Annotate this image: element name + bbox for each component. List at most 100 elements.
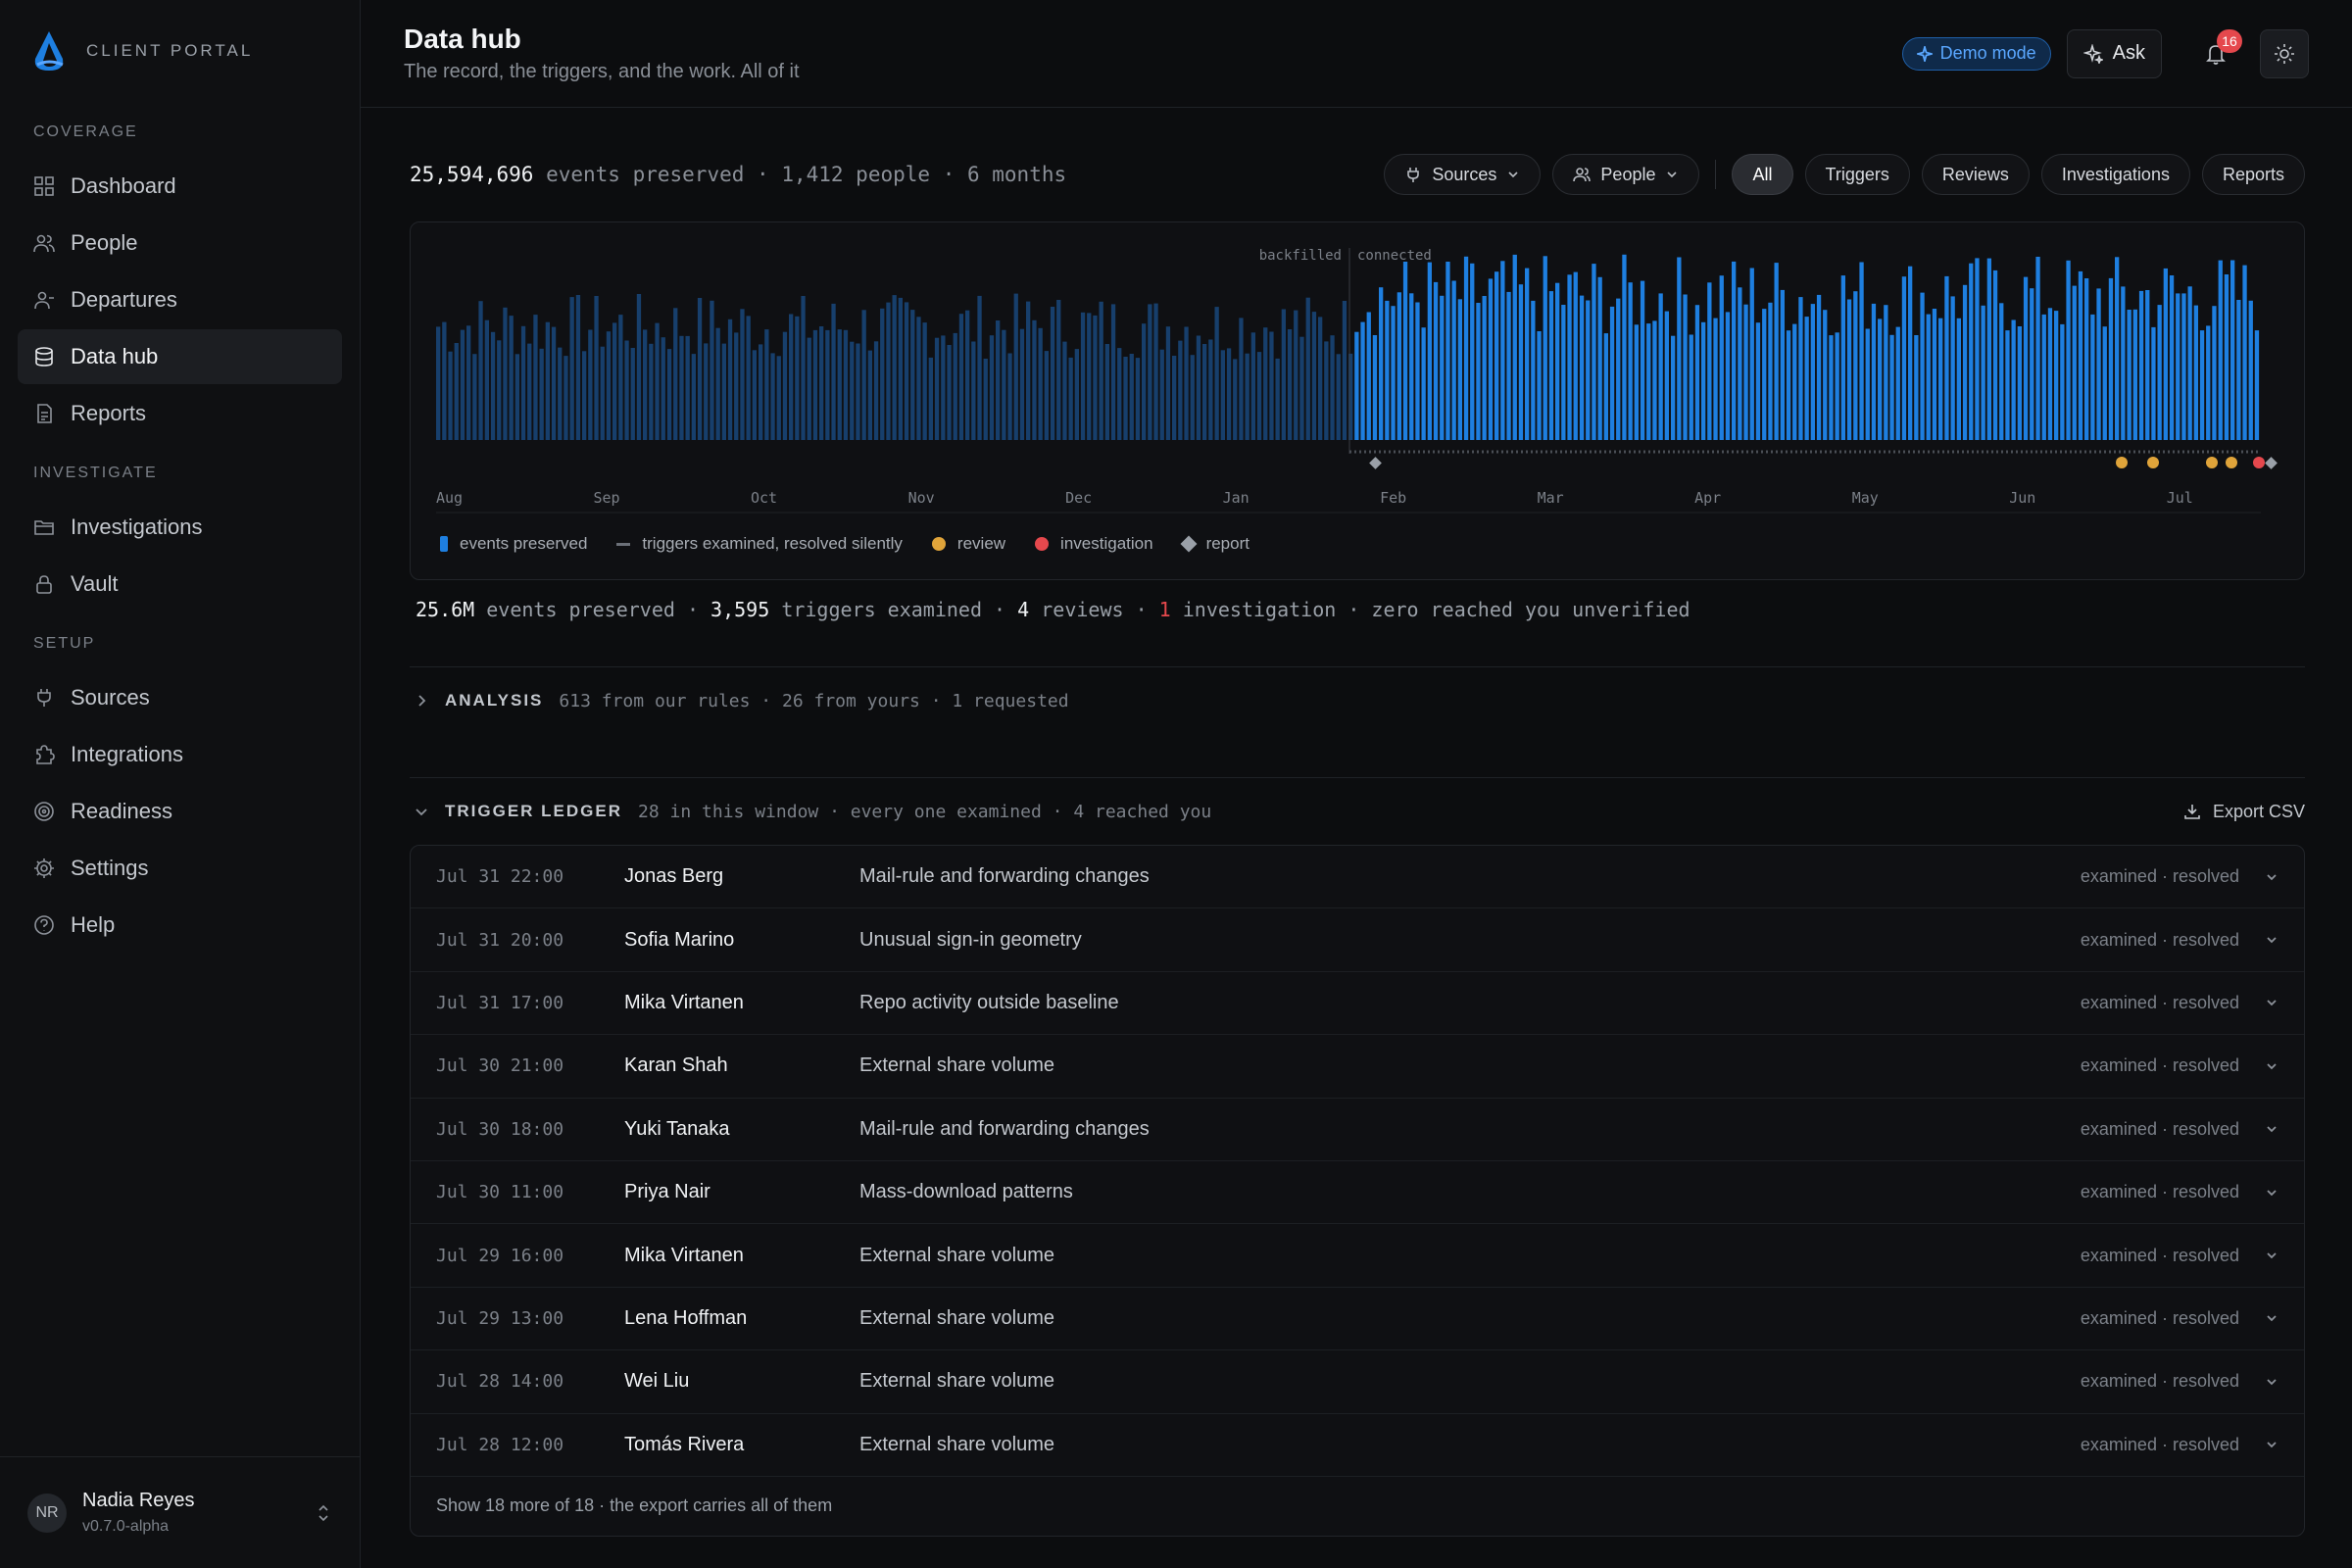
- sidebar-item-readiness[interactable]: Readiness: [18, 784, 342, 839]
- chevron-down-icon[interactable]: [2265, 1249, 2278, 1262]
- bar: [569, 297, 574, 440]
- bar: [630, 348, 635, 440]
- bar: [2121, 286, 2126, 440]
- sidebar-item-data-hub[interactable]: Data hub: [18, 329, 342, 384]
- export-csv-button[interactable]: Export CSV: [2183, 802, 2305, 822]
- sidebar-item-help[interactable]: Help: [18, 898, 342, 953]
- bar: [1969, 263, 1974, 440]
- sidebar-item-people[interactable]: People: [18, 216, 342, 270]
- bar: [1165, 326, 1171, 440]
- demo-mode-button[interactable]: Demo mode: [1901, 36, 2051, 71]
- sidebar-item-sources[interactable]: Sources: [18, 670, 342, 725]
- chevron-down-icon[interactable]: [2265, 1375, 2278, 1389]
- ask-button[interactable]: Ask: [2066, 28, 2162, 78]
- review-marker: [2206, 457, 2218, 468]
- ledger-title: TRIGGER LEDGER: [445, 802, 623, 820]
- sidebar-item-vault[interactable]: Vault: [18, 557, 342, 612]
- x-tick-label: Aug: [436, 489, 463, 507]
- table-row[interactable]: Jul 31 20:00 Sofia Marino Unusual sign-in …: [411, 908, 2304, 972]
- bar: [442, 321, 447, 440]
- bar: [1056, 300, 1061, 440]
- tab-triggers[interactable]: Triggers: [1804, 154, 1910, 195]
- row-time: Jul 31 20:00: [436, 929, 564, 951]
- chevron-down-icon[interactable]: [2265, 1186, 2278, 1200]
- bar: [1884, 305, 1888, 440]
- tab-investigations[interactable]: Investigations: [2040, 154, 2190, 195]
- chevron-down-icon: [1508, 172, 1518, 178]
- bar: [1202, 344, 1207, 440]
- user-menu[interactable]: NR Nadia Reyes v0.7.0-alpha: [0, 1456, 360, 1568]
- chevron-down-icon[interactable]: [2265, 1122, 2278, 1136]
- bar: [1476, 303, 1481, 440]
- bar: [472, 354, 477, 440]
- theme-toggle-button[interactable]: [2260, 28, 2309, 78]
- bar: [1026, 301, 1031, 440]
- tab-reports[interactable]: Reports: [2201, 154, 2305, 195]
- brand[interactable]: CLIENT PORTAL: [0, 0, 360, 102]
- row-time: Jul 29 16:00: [436, 1245, 564, 1266]
- chevron-down-icon[interactable]: [2265, 1311, 2278, 1325]
- chevron-down-icon[interactable]: [2265, 1438, 2278, 1451]
- table-row[interactable]: Jul 30 18:00 Yuki Tanaka Mail-rule and for…: [411, 1099, 2304, 1161]
- plug-icon: [1407, 168, 1420, 182]
- bar: [1859, 262, 1864, 440]
- chevron-updown-icon[interactable]: [315, 1502, 332, 1524]
- table-row[interactable]: Jul 30 21:00 Karan Shah External share vol…: [411, 1035, 2304, 1099]
- bar: [1488, 278, 1494, 440]
- bar: [2017, 326, 2022, 440]
- folder-icon: [34, 520, 54, 535]
- show-more-button[interactable]: Show 18 more of 18 · the export carries …: [411, 1477, 2304, 1536]
- bar: [1208, 339, 1213, 440]
- table-row[interactable]: Jul 31 17:00 Mika Virtanen Repo activity o…: [411, 972, 2304, 1036]
- bar: [643, 329, 648, 440]
- bar: [971, 341, 976, 440]
- row-status: examined · resolved: [2080, 1371, 2239, 1392]
- bar: [520, 325, 526, 440]
- bar: [1901, 276, 1907, 440]
- sidebar-item-settings[interactable]: Settings: [18, 841, 342, 896]
- chevron-down-icon[interactable]: [2265, 1059, 2278, 1073]
- sources-filter[interactable]: Sources: [1384, 154, 1542, 195]
- sidebar-item-dashboard[interactable]: Dashboard: [18, 159, 342, 214]
- sidebar-item-reports[interactable]: Reports: [18, 386, 342, 441]
- bar: [1050, 307, 1055, 440]
- table-row[interactable]: Jul 29 13:00 Lena Hoffman External share v…: [411, 1288, 2304, 1351]
- puzzle-icon: [36, 745, 55, 764]
- bar: [697, 298, 703, 440]
- bar: [886, 302, 891, 440]
- analysis-section[interactable]: ANALYSIS 613 from our rules · 26 from yo…: [410, 667, 2305, 734]
- sidebar-item-integrations[interactable]: Integrations: [18, 727, 342, 782]
- bar: [1129, 354, 1134, 440]
- bar: [1019, 328, 1025, 440]
- bar: [1013, 293, 1018, 440]
- sidebar-item-label: Settings: [71, 856, 149, 880]
- table-row[interactable]: Jul 30 11:00 Priya Nair Mass-download patt…: [411, 1161, 2304, 1225]
- tab-all[interactable]: All: [1732, 154, 1793, 195]
- nav-section-investigate: INVESTIGATE Investigations Vault: [0, 465, 360, 612]
- chevron-down-icon[interactable]: [2265, 933, 2278, 947]
- bar: [2030, 288, 2034, 440]
- bar: [1446, 262, 1450, 440]
- sidebar-item-investigations[interactable]: Investigations: [18, 500, 342, 555]
- bar: [1846, 299, 1852, 440]
- analysis-title: ANALYSIS: [445, 691, 544, 710]
- table-row[interactable]: Jul 29 16:00 Mika Virtanen External share …: [411, 1224, 2304, 1288]
- tab-reviews[interactable]: Reviews: [1921, 154, 2030, 195]
- bar: [1956, 318, 1961, 440]
- notifications-button[interactable]: 16: [2191, 28, 2242, 78]
- chevron-down-icon[interactable]: [2265, 870, 2278, 884]
- bar: [1810, 304, 1815, 440]
- table-row[interactable]: Jul 28 12:00 Tomás Rivera External share v…: [411, 1414, 2304, 1477]
- sidebar-item-departures[interactable]: Departures: [18, 272, 342, 327]
- bar: [1640, 280, 1645, 440]
- table-row[interactable]: Jul 31 22:00 Jonas Berg Mail-rule and forw…: [411, 846, 2304, 909]
- people-filter[interactable]: People: [1552, 154, 1700, 195]
- bar: [1324, 341, 1329, 440]
- bar: [2176, 293, 2180, 440]
- bar: [509, 316, 514, 440]
- chevron-down-icon[interactable]: [414, 804, 429, 819]
- logo-icon: [34, 31, 64, 71]
- users-icon: [1573, 168, 1592, 182]
- chevron-down-icon[interactable]: [2265, 996, 2278, 1009]
- table-row[interactable]: Jul 28 14:00 Wei Liu External share volume…: [411, 1350, 2304, 1414]
